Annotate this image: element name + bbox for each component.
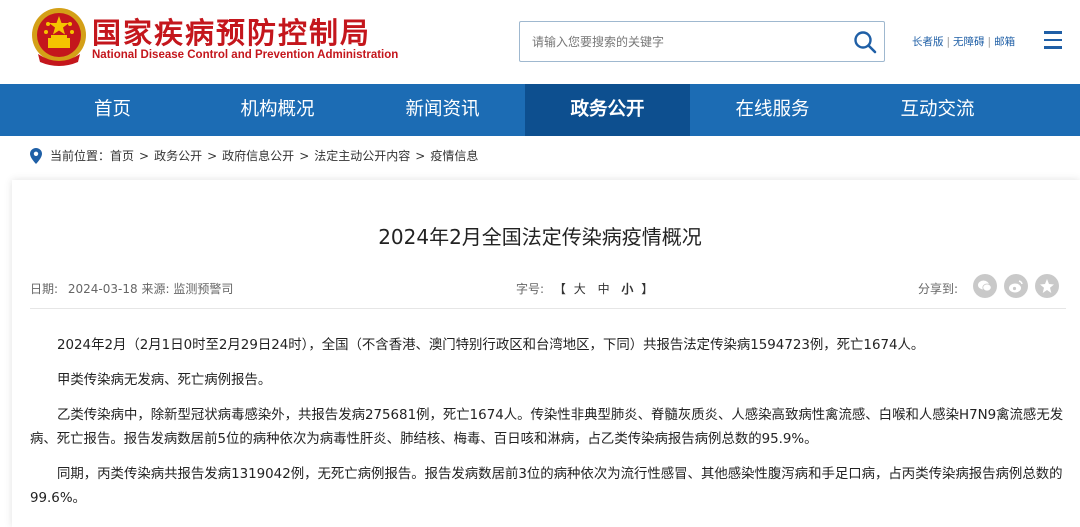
article-body: 2024年2月（2月1日0时至2月29日24时），全国（不含香港、澳门特别行政区… [30, 334, 1070, 522]
breadcrumb: 当前位置： 首页 > 政务公开 > 政府信息公开 > 法定主动公开内容 > 疫情… [30, 147, 478, 164]
search-input[interactable] [520, 22, 840, 61]
breadcrumb-separator: > [415, 148, 426, 163]
nav-item-news[interactable]: 新闻资讯 [360, 84, 525, 136]
accessibility-link[interactable]: 无障碍 [953, 36, 985, 48]
site-logo-title[interactable]: 国家疾病预防控制局 [92, 10, 371, 52]
nav-item-home[interactable]: 首页 [30, 84, 195, 136]
article-source: 监测预警司 [173, 282, 234, 296]
font-size-medium[interactable]: 中 [598, 282, 610, 296]
link-separator: | [987, 36, 992, 48]
article-paragraph: 乙类传染病中，除新型冠状病毒感染外，共报告发病275681例，死亡1674人。传… [30, 408, 1064, 447]
search-box [519, 21, 885, 62]
wechat-icon[interactable] [973, 274, 997, 298]
breadcrumb-statutory-content[interactable]: 法定主动公开内容 [314, 147, 410, 164]
mailbox-link[interactable]: 邮箱 [994, 36, 1015, 48]
article-paragraph: 甲类传染病无发病、死亡病例报告。 [57, 373, 272, 388]
date-label: 日期: [30, 282, 59, 296]
font-size-control: 字号: 【 大 中 小 】 [516, 280, 653, 297]
bracket-open: 【 [553, 282, 566, 296]
qzone-icon[interactable] [1035, 274, 1059, 298]
site-header: 国家疾病预防控制局 National Disease Control and P… [0, 0, 1080, 84]
search-icon[interactable] [852, 29, 878, 55]
article-paragraph: 2024年2月（2月1日0时至2月29日24时），全国（不含香港、澳门特别行政区… [57, 338, 925, 353]
breadcrumb-epidemic-info[interactable]: 疫情信息 [430, 147, 478, 164]
article-paragraph: 同期，丙类传染病共报告发病1319042例，无死亡病例报告。报告发病数居前3位的… [30, 467, 1063, 506]
link-separator: | [946, 36, 951, 48]
weibo-icon[interactable] [1004, 274, 1028, 298]
breadcrumb-separator: > [207, 148, 218, 163]
site-logo-subtitle[interactable]: National Disease Control and Prevention … [92, 49, 398, 61]
national-emblem-icon[interactable] [30, 6, 88, 68]
location-pin-icon [30, 147, 42, 164]
bracket-close: 】 [641, 282, 654, 296]
nav-item-government-affairs[interactable]: 政务公开 [525, 84, 690, 136]
font-size-label: 字号: [516, 282, 545, 296]
main-nav: 首页 机构概况 新闻资讯 政务公开 在线服务 互动交流 [0, 84, 1080, 136]
font-size-large[interactable]: 大 [574, 282, 586, 296]
meta-divider [30, 308, 1066, 309]
breadcrumb-separator: > [299, 148, 310, 163]
article-date: 2024-03-18 [67, 282, 138, 296]
font-size-small[interactable]: 小 [621, 282, 633, 296]
nav-item-about[interactable]: 机构概况 [195, 84, 360, 136]
breadcrumb-home[interactable]: 首页 [110, 147, 134, 164]
elder-version-link[interactable]: 长者版 [912, 36, 944, 48]
top-links: 长者版 | 无障碍 | 邮箱 [912, 34, 1015, 49]
article-title: 2024年2月全国法定传染病疫情概况 [378, 225, 702, 249]
article-meta: 日期: 2024-03-18 来源: 监测预警司 [30, 280, 233, 297]
breadcrumb-government-info[interactable]: 政府信息公开 [222, 147, 294, 164]
nav-item-online-services[interactable]: 在线服务 [690, 84, 855, 136]
breadcrumb-separator: > [139, 148, 150, 163]
breadcrumb-government-affairs[interactable]: 政务公开 [154, 147, 202, 164]
hamburger-menu-icon[interactable] [1044, 31, 1064, 51]
nav-item-interaction[interactable]: 互动交流 [855, 84, 1020, 136]
breadcrumb-label: 当前位置： [50, 149, 111, 163]
source-label: 来源: [141, 282, 170, 296]
share-label: 分享到: [918, 282, 959, 296]
